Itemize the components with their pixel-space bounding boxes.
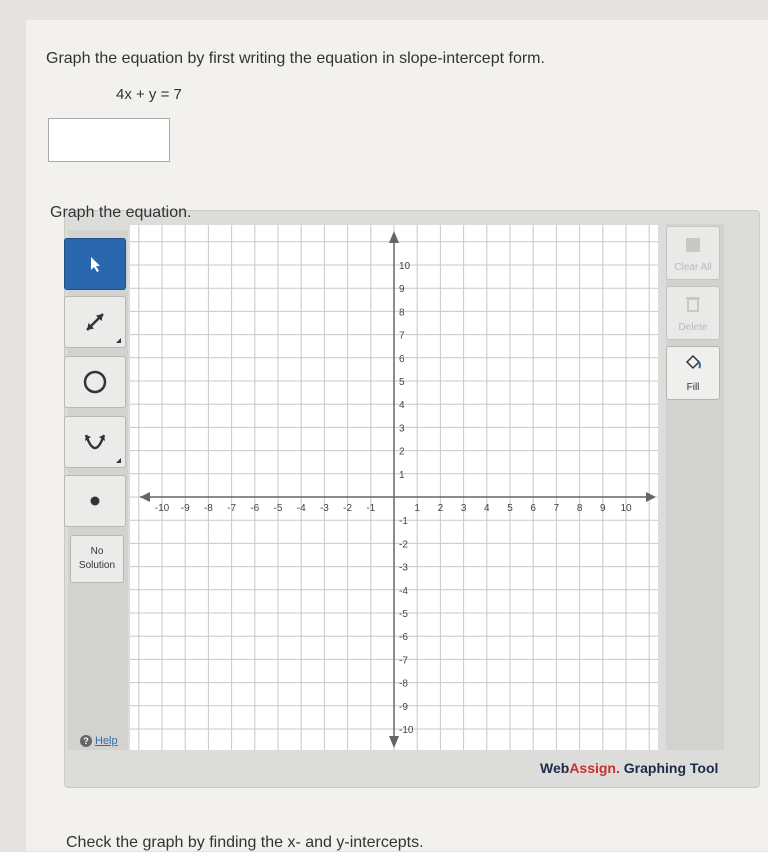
y-tick-label: -6 [399, 632, 408, 643]
submenu-triangle-icon [116, 458, 121, 463]
y-tick-label: -7 [399, 655, 408, 666]
brand-graphing-tool: Graphing Tool [619, 760, 719, 776]
clear-all-icon [686, 238, 700, 252]
y-tick-label: 5 [399, 377, 405, 388]
x-tick-label: 7 [554, 503, 560, 514]
webassign-brand: WebAssign. Graphing Tool [540, 760, 718, 776]
x-tick-label: -6 [250, 503, 259, 514]
x-tick-label: -9 [181, 503, 190, 514]
y-tick-label: 3 [399, 423, 405, 434]
x-tick-label: -1 [366, 503, 375, 514]
question-prompt: Graph the equation by first writing the … [46, 50, 545, 67]
x-tick-label: -4 [297, 503, 306, 514]
x-tick-label: 3 [461, 503, 467, 514]
y-tick-label: -4 [399, 586, 408, 597]
y-tick-label: 2 [399, 447, 405, 458]
clear-all-label: Clear All [674, 262, 712, 273]
y-tick-label: -10 [399, 725, 414, 736]
parabola-icon [84, 434, 106, 450]
submenu-triangle-icon [116, 338, 121, 343]
line-icon [86, 313, 104, 331]
x-tick-label: -5 [274, 503, 283, 514]
paint-bucket-icon [685, 354, 701, 370]
circle-tool-button[interactable] [64, 356, 126, 408]
y-axis-arrow-up [389, 231, 399, 243]
fill-label: Fill [686, 382, 700, 393]
help-link[interactable]: ? Help [80, 735, 118, 747]
y-tick-label: -1 [399, 516, 408, 527]
point-tool-button[interactable] [64, 475, 126, 527]
y-tick-label: -2 [399, 539, 408, 550]
x-tick-label: -3 [320, 503, 329, 514]
y-tick-label: -9 [399, 702, 408, 713]
y-tick-label: -8 [399, 679, 408, 690]
point-icon [90, 496, 100, 506]
x-tick-label: 9 [600, 503, 606, 514]
y-tick-label: 10 [399, 261, 411, 272]
x-tick-label: 5 [507, 503, 513, 514]
slope-intercept-answer-field[interactable] [48, 118, 170, 162]
equation-text: 4x + y = 7 [116, 86, 182, 103]
y-tick-label: 4 [399, 400, 405, 411]
x-tick-label: -8 [204, 503, 213, 514]
x-axis-arrow-left [140, 492, 150, 502]
parabola-tool-button[interactable] [64, 416, 126, 468]
x-tick-label: 1 [414, 503, 420, 514]
fill-button[interactable]: Fill [666, 346, 720, 400]
no-solution-button[interactable]: No Solution [70, 535, 124, 583]
brand-assign: Assign. [569, 760, 620, 776]
y-tick-label: -3 [399, 563, 408, 574]
y-tick-label: 7 [399, 331, 405, 342]
x-tick-label: 8 [577, 503, 583, 514]
x-tick-label: 10 [620, 503, 632, 514]
y-tick-label: 9 [399, 284, 405, 295]
x-tick-label: -2 [343, 503, 352, 514]
no-solution-label-line1: No [90, 546, 104, 557]
y-tick-label: 1 [399, 470, 405, 481]
y-tick-label: 6 [399, 354, 405, 365]
pointer-tool-button[interactable] [64, 238, 126, 290]
x-tick-label: 4 [484, 503, 490, 514]
graph-heading: Graph the equation. [50, 204, 192, 221]
delete-label: Delete [678, 322, 708, 333]
delete-button[interactable]: Delete [666, 286, 720, 340]
y-axis-arrow-down [389, 736, 399, 748]
x-tick-label: 2 [438, 503, 444, 514]
no-solution-label-line2: Solution [78, 560, 116, 571]
y-tick-label: 8 [399, 307, 405, 318]
trash-icon [686, 297, 700, 312]
clear-all-button[interactable]: Clear All [666, 226, 720, 280]
graph-canvas[interactable]: -10 -9 -8 -7 -6 -5 -4 -3 -2 -1 1 2 3 4 5 6 7 8 9 10 -10 -9 -8 -… [130, 225, 658, 750]
x-tick-label: -7 [227, 503, 236, 514]
line-tool-button[interactable] [64, 296, 126, 348]
x-tick-label: 6 [530, 503, 536, 514]
help-label: Help [95, 735, 118, 747]
check-graph-instruction: Check the graph by finding the x- and y-… [66, 834, 424, 851]
y-tick-label: -5 [399, 609, 408, 620]
pointer-icon [91, 257, 100, 272]
circle-icon [83, 370, 107, 394]
brand-web: Web [540, 760, 570, 776]
x-tick-label: -10 [155, 503, 170, 514]
coordinate-plane: -10 -9 -8 -7 -6 -5 -4 -3 -2 -1 1 2 3 4 5 6 7 8 9 10 -10 -9 -8 -… [130, 225, 658, 750]
x-axis-arrow-right [646, 492, 656, 502]
help-icon: ? [80, 735, 92, 747]
